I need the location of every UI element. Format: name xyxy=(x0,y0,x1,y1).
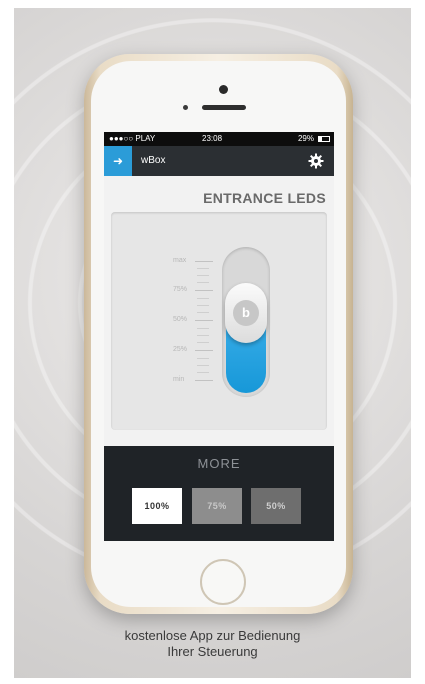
scale-label-75: 75% xyxy=(173,286,188,293)
back-arrow-icon: ➜ xyxy=(112,154,124,168)
scale-tick xyxy=(197,305,209,306)
scale-tick xyxy=(197,268,209,269)
caption-line-1: kostenlose App zur Bedienung xyxy=(124,628,301,643)
scale-label-25: 25% xyxy=(173,346,188,353)
battery-percent: 29% xyxy=(297,134,314,143)
more-section: MORE 100% 75% 50% xyxy=(104,446,334,541)
caption: kostenlose App zur Bedienung Ihrer Steue… xyxy=(0,628,425,660)
scale-tick xyxy=(195,380,213,381)
dimmer-card: max 75% 50% 25% min b xyxy=(111,212,327,430)
more-label: MORE xyxy=(197,456,241,471)
scale-tick xyxy=(197,298,209,299)
status-time: 23:08 xyxy=(202,134,223,143)
battery-icon xyxy=(318,136,330,142)
scale-tick xyxy=(197,358,209,359)
scale-label-max: max xyxy=(173,257,187,264)
scale-label-min: min xyxy=(173,376,185,383)
scale-tick xyxy=(195,261,213,262)
preset-75-button[interactable]: 75% xyxy=(192,488,242,524)
scale-label-50: 50% xyxy=(173,316,188,323)
preset-100-button[interactable]: 100% xyxy=(132,488,182,524)
home-button[interactable] xyxy=(200,559,246,605)
earpiece-icon xyxy=(202,105,246,110)
scale-tick xyxy=(197,342,209,343)
scale-tick xyxy=(195,350,213,351)
app-screen: ●●●○○ PLAY 23:08 29% ➜ wBox ENTRANCE LED… xyxy=(104,132,334,541)
front-camera-icon xyxy=(219,85,228,94)
status-bar: ●●●○○ PLAY 23:08 29% xyxy=(104,132,334,146)
scale-tick xyxy=(197,328,209,329)
carrier-label: ●●●○○ PLAY xyxy=(109,134,156,143)
brightness-slider-handle[interactable]: b xyxy=(225,283,267,343)
device-title: ENTRANCE LEDS xyxy=(203,190,326,206)
scale-tick xyxy=(195,290,213,291)
scale-tick xyxy=(197,282,209,283)
scale-tick xyxy=(197,275,209,276)
scale-tick xyxy=(197,372,209,373)
proximity-sensor-icon xyxy=(183,105,188,110)
app-bar: ➜ wBox xyxy=(104,146,334,176)
scale-tick xyxy=(195,320,213,321)
gear-icon[interactable] xyxy=(308,153,324,169)
preset-50-button[interactable]: 50% xyxy=(251,488,301,524)
app-title: wBox xyxy=(141,155,166,166)
device-panel: ENTRANCE LEDS max 75% 50% 25% min b xyxy=(104,176,334,446)
caption-line-2: Ihrer Steuerung xyxy=(167,644,258,659)
scale-tick xyxy=(197,312,209,313)
scale-tick xyxy=(197,335,209,336)
back-button[interactable]: ➜ xyxy=(104,146,132,176)
wbox-logo-icon: b xyxy=(233,300,259,326)
scale-tick xyxy=(197,365,209,366)
